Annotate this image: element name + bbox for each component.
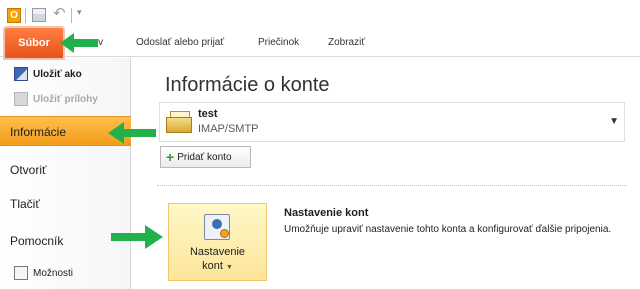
account-name: test [198,108,218,120]
undo-icon[interactable]: ↶ [53,4,66,22]
account-type: IMAP/SMTP [198,123,259,135]
annotation-arrow-info [108,122,156,144]
save-attachments-button[interactable]: Uložiť prílohy [14,90,98,108]
plus-icon: + [166,149,175,165]
page-title: Informácie o konte [165,74,330,96]
save-as-button[interactable]: Uložiť ako [14,65,82,83]
annotation-arrow-file [60,33,98,53]
annotation-arrow-settings [111,225,163,249]
account-settings-icon [204,214,230,240]
options-icon [14,266,28,280]
options-label: Možnosti [33,267,74,279]
account-settings-label-2: kont ▼ [202,260,233,272]
save-icon[interactable] [32,8,46,22]
customize-toolbar-icon[interactable]: ▾ [77,7,82,18]
dropdown-arrow-icon[interactable]: ▼ [609,116,619,127]
section-description: Umožňuje upraviť nastavenie tohto konta … [284,224,612,235]
tab-send-receive[interactable]: Odoslať alebo prijať [136,37,224,48]
add-account-label: Pridať konto [177,151,232,163]
tab-view[interactable]: Zobraziť [328,37,365,48]
toolbar-separator [71,8,72,23]
account-settings-label-1: Nastavenie [189,246,246,258]
attachments-icon [14,92,28,106]
account-selector[interactable]: test IMAP/SMTP ▼ [159,102,625,142]
nav-item-print[interactable]: Tlačiť [0,189,131,219]
save-as-label: Uložiť ako [33,68,82,80]
account-icon [166,109,192,133]
tab-file[interactable]: Súbor [5,28,63,58]
tab-folder[interactable]: Priečinok [258,37,299,48]
nav-item-open[interactable]: Otvoriť [0,155,131,185]
section-title: Nastavenie kont [284,207,369,219]
options-button[interactable]: Možnosti [14,264,73,282]
toolbar-separator [25,8,26,23]
save-attachments-label: Uložiť prílohy [33,93,98,105]
office-app-icon[interactable]: O [7,8,21,23]
section-divider [157,185,627,186]
chevron-down-icon: ▼ [225,264,233,271]
quick-access-toolbar: O ↶ ▾ [0,0,640,28]
account-settings-button[interactable]: Nastavenie kont ▼ [168,203,267,281]
save-as-icon [14,67,28,81]
backstage-nav: Uložiť ako Uložiť prílohy Informácie Otv… [0,58,131,289]
add-account-button[interactable]: + Pridať konto [160,146,251,168]
